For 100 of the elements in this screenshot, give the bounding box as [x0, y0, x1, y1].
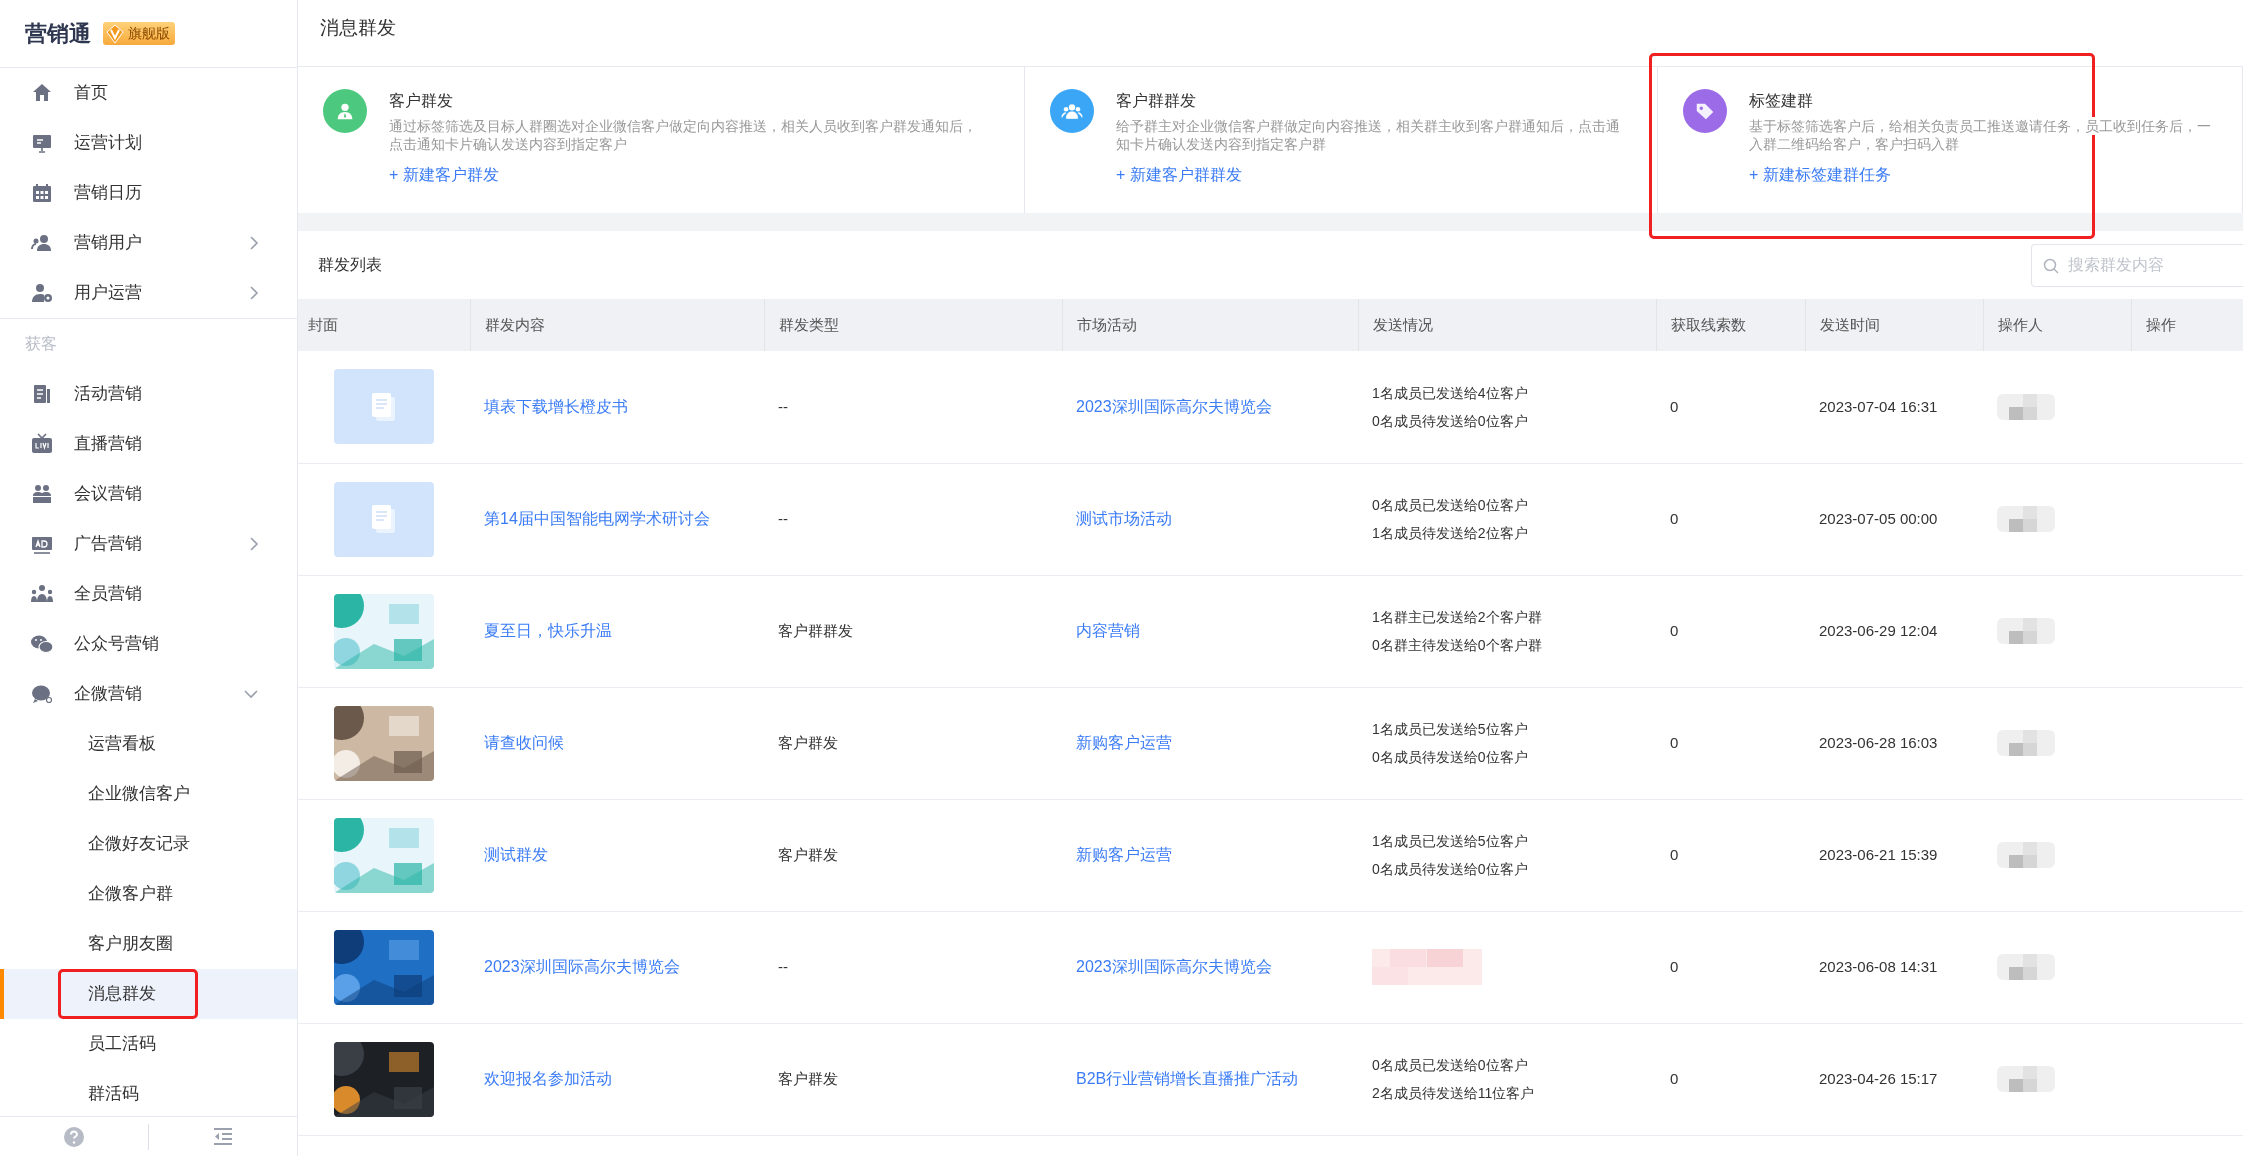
blurred-name: [1997, 730, 2055, 756]
card-description: 给予群主对企业微信客户群做定向内容推送，相关群主收到客户群通知后，点击通 知卡片确认发送内容到指定客户群: [1116, 117, 1620, 153]
table-cell: 客户群发: [764, 799, 1062, 911]
table-cell: 2023-06-29 12:04: [1805, 575, 1983, 687]
sidebar-item[interactable]: 直播营销: [0, 419, 297, 469]
table-cell: 2023-04-26 15:17: [1805, 1023, 1983, 1135]
sidebar-subitem[interactable]: 员工活码: [0, 1019, 297, 1069]
column-header: 群发内容: [470, 299, 764, 351]
sidebar-item[interactable]: 首页: [0, 68, 297, 118]
send-status: 1名成员已发送给4位客户: [1372, 383, 1529, 403]
table-cell: 客户群群发: [764, 575, 1062, 687]
send-status: 1名成员已发送给5位客户: [1372, 832, 1529, 851]
send-status: 1名成员待发送给2位客户: [1372, 524, 1529, 543]
search-field[interactable]: 搜索群发内容: [2031, 243, 2243, 287]
blurred-name: [1997, 506, 2055, 532]
card-title: 标签建群: [1749, 91, 1814, 111]
sidebar-subitem[interactable]: 群活码: [0, 1069, 297, 1116]
sidebar-item[interactable]: 运营计划: [0, 118, 297, 168]
column-header: 群发类型: [764, 299, 1062, 351]
send-status: 2名成员待发送给11位客户: [1372, 1084, 1536, 1103]
table-cell: 2023-07-04 16:31: [1805, 351, 1983, 463]
sidebar-subitem[interactable]: 运营看板: [0, 719, 297, 769]
card-description: 基于标签筛选客户后，给相关负责员工推送邀请任务，员工收到任务后，一 入群二维码给客户，客户扫码入群: [1749, 117, 2211, 153]
group-label: 获客: [24, 334, 58, 354]
campaign-link[interactable]: B2B行业营销增长直播推广活动: [1076, 1070, 1299, 1087]
user-gear-icon: [30, 281, 54, 305]
column-header: 发送情况: [1358, 299, 1656, 351]
card-title: 客户群群发: [1116, 91, 1197, 111]
campaign-link[interactable]: 新购客户运营: [1076, 846, 1172, 863]
sidebar-subitem[interactable]: 企微客户群: [0, 869, 297, 919]
send-status: 0名成员待发送给0位客户: [1372, 748, 1529, 767]
edition-label: 旗舰版: [128, 24, 170, 43]
content-link[interactable]: 测试群发: [484, 846, 548, 863]
content-link[interactable]: 2023深圳国际高尔夫博览会: [484, 958, 680, 975]
table-cell: 0: [1656, 687, 1805, 799]
sidebar-item[interactable]: 全员营销: [0, 569, 297, 619]
sidebar-item[interactable]: 活动营销: [0, 369, 297, 419]
campaign-link[interactable]: 2023深圳国际高尔夫博览会: [1076, 397, 1272, 415]
create-link[interactable]: + 新建标签建群任务: [1749, 163, 1891, 187]
sidebar-item[interactable]: 会议营销: [0, 469, 297, 519]
document-icon: [371, 504, 397, 534]
send-status: 0名成员待发送给0位客户: [1372, 860, 1529, 879]
blurred-name: [1997, 842, 2055, 868]
table-cell: 2023-06-21 15:39: [1805, 799, 1983, 911]
blurred-name: [1997, 618, 2055, 644]
column-header: 市场活动: [1062, 299, 1358, 351]
table-cell: 0: [1656, 575, 1805, 687]
meeting-people-icon: [30, 482, 54, 506]
search-icon: [2043, 257, 2059, 274]
table-cell: --: [764, 911, 1062, 1023]
campaign-link[interactable]: 测试市场活动: [1076, 510, 1172, 527]
blurred-name: [1997, 1066, 2055, 1092]
sidebar-item[interactable]: 公众号营销: [0, 619, 297, 669]
content-link[interactable]: 填表下载增长橙皮书: [484, 397, 628, 415]
v-diamond-icon: [105, 23, 125, 44]
calendar-icon: [30, 181, 54, 205]
live-tv-icon: [30, 432, 54, 456]
help-icon: [63, 1125, 85, 1148]
campaign-link[interactable]: 2023深圳国际高尔夫博览会: [1076, 958, 1272, 975]
sidebar-item[interactable]: 企微营销: [0, 669, 297, 719]
card-title: 客户群发: [389, 91, 454, 111]
list-title: 群发列表: [318, 255, 382, 275]
campaign-link[interactable]: 内容营销: [1076, 622, 1140, 639]
sidebar-item[interactable]: 用户运营: [0, 268, 297, 318]
sidebar-subitem[interactable]: 消息群发: [0, 969, 297, 1019]
table-cell: 0: [1656, 799, 1805, 911]
column-header: 操作人: [1983, 299, 2131, 351]
blurred-name: [1997, 393, 2055, 420]
collapse-menu-icon: [212, 1126, 234, 1147]
send-status: 0名成员已发送给0位客户: [1372, 496, 1529, 515]
create-link[interactable]: + 新建客户群群发: [1116, 163, 1242, 187]
column-header: 发送时间: [1805, 299, 1983, 351]
column-header: 操作: [2131, 299, 2243, 351]
sidebar-item[interactable]: 营销用户: [0, 218, 297, 268]
sidebar-subitem[interactable]: 企微好友记录: [0, 819, 297, 869]
table-cell: 0: [1656, 463, 1805, 575]
column-header: 封面: [298, 299, 470, 351]
content-link[interactable]: 请查收问候: [484, 734, 564, 751]
sidebar-item[interactable]: 营销日历: [0, 168, 297, 218]
table-cell: 2023-07-05 00:00: [1805, 463, 1983, 575]
sidebar-item[interactable]: 广告营销: [0, 519, 297, 569]
table-cell: 2023-06-28 16:03: [1805, 687, 1983, 799]
send-status: 0名群主待发送给0个客户群: [1372, 636, 1543, 655]
content-link[interactable]: 欢迎报名参加活动: [484, 1070, 612, 1087]
document-icon: [371, 391, 397, 422]
table-cell: 0: [1656, 1023, 1805, 1135]
column-header: 获取线索数: [1656, 299, 1805, 351]
campaign-link[interactable]: 新购客户运营: [1076, 734, 1172, 751]
table-cell: 2023-06-08 14:31: [1805, 911, 1983, 1023]
content-link[interactable]: 夏至日，快乐升温: [484, 622, 612, 639]
sidebar-subitem[interactable]: 客户朋友圈: [0, 919, 297, 969]
create-link[interactable]: + 新建客户群发: [389, 163, 499, 187]
brand-name: 营销通: [25, 20, 91, 48]
table-cell: 客户群发: [764, 1023, 1062, 1135]
table-cell: --: [764, 463, 1062, 575]
table-cell: 客户群发: [764, 687, 1062, 799]
table-cell: 0: [1656, 911, 1805, 1023]
content-link[interactable]: 第14届中国智能电网学术研讨会: [484, 510, 710, 527]
blurred-name: [1997, 954, 2055, 980]
sidebar-subitem[interactable]: 企业微信客户: [0, 769, 297, 819]
